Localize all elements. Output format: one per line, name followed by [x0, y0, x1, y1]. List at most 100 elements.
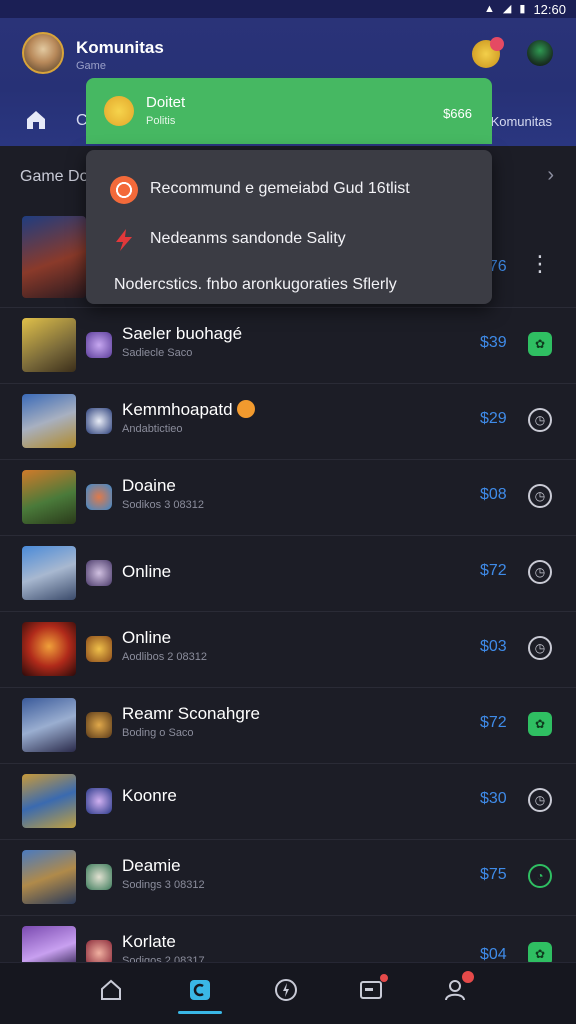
list-item[interactable]: Kemmhoapatd Andabtictieo $29 ◷ — [0, 384, 576, 460]
game-thumbnail — [22, 546, 76, 600]
row-subtitle: Sodings 3 08312 — [122, 879, 205, 891]
game-mini-icon — [86, 712, 112, 738]
app-subtitle: Game — [76, 60, 106, 72]
row-title: Koonre — [122, 786, 177, 805]
row-subtitle: Sadiecle Saco — [122, 347, 193, 359]
row-price: $72 — [480, 714, 507, 731]
row-title: Korlate — [122, 932, 176, 951]
list-item[interactable]: Doaine Sodikos 3 08312 $08 ◷ — [0, 460, 576, 536]
row-title: Doaine — [122, 476, 176, 495]
game-thumbnail — [22, 216, 86, 298]
menu-item-label: Recommund e gemeiabd Gud 16tlist — [150, 180, 410, 197]
nav-discover[interactable] — [273, 977, 299, 1003]
tab-right[interactable]: Komunitas — [491, 114, 552, 129]
clock-icon[interactable]: ◷ — [528, 560, 552, 584]
section-title: Game Dol — [20, 168, 93, 185]
row-price: $03 — [480, 638, 507, 655]
clock-icon[interactable]: ◷ — [528, 484, 552, 508]
list-item[interactable]: Deamie Sodings 3 08312 $75 ◔ — [0, 840, 576, 916]
game-thumbnail — [22, 698, 76, 752]
bottom-nav — [0, 962, 576, 1024]
active-tab-indicator — [178, 1011, 222, 1014]
row-price: $75 — [480, 866, 507, 883]
rewards-button[interactable] — [472, 37, 504, 68]
store-icon — [360, 981, 382, 999]
game-thumbnail — [22, 394, 76, 448]
nav-profile[interactable] — [442, 971, 474, 1003]
clock-icon[interactable]: ◷ — [528, 788, 552, 812]
lightning-icon — [110, 226, 138, 254]
status-bar: ▲ ◢ ▮ 12:60 — [0, 0, 576, 18]
more-icon[interactable]: ⋮ — [528, 251, 552, 276]
dropdown-header-subtitle: Politis — [146, 115, 176, 127]
game-thumbnail — [22, 318, 76, 372]
game-mini-icon — [86, 864, 112, 890]
profile-avatar[interactable] — [527, 40, 553, 66]
row-price: $08 — [480, 486, 507, 503]
list-item[interactable]: Saeler buohagé Sadiecle Saco $39 ✿ — [0, 308, 576, 384]
dropdown-menu: Recommund e gemeiabd Gud 16tlist Nedeanm… — [86, 150, 492, 304]
row-title: Kemmhoapatd — [122, 400, 256, 420]
game-mini-icon — [86, 788, 112, 814]
row-title: Deamie — [122, 856, 181, 875]
emoji-icon — [237, 400, 256, 418]
menu-item-recommend[interactable]: Recommund e gemeiabd Gud 16tlist — [86, 162, 492, 206]
game-mini-icon — [86, 484, 112, 510]
status-time: 12:60 — [533, 1, 566, 17]
dropdown-header-price: $666 — [443, 106, 472, 121]
list-item[interactable]: Online Aodlibos 2 08312 $03 ◷ — [0, 612, 576, 688]
row-price: $72 — [480, 562, 507, 579]
row-title: Reamr Sconahgre — [122, 704, 260, 723]
menu-item-label: Nodercstics. fnbo aronkugoraties Sflerly — [114, 276, 397, 293]
row-subtitle: Boding o Saco — [122, 727, 194, 739]
game-mini-icon — [86, 408, 112, 434]
game-icon — [190, 980, 210, 1000]
row-title: Saeler buohagé — [122, 324, 243, 343]
dropdown-header-title: Doitet — [146, 94, 186, 111]
home-icon — [101, 979, 121, 1000]
app-title: Komunitas — [76, 38, 164, 57]
compass-icon — [275, 979, 297, 1001]
signal-icon: ◢ — [502, 2, 512, 15]
row-price: $30 — [480, 790, 507, 807]
gift-icon[interactable]: ✿ — [528, 712, 552, 736]
menu-item-nedeanms[interactable]: Nedeanms sandonde Sality — [86, 212, 492, 256]
row-subtitle: Andabtictieo — [122, 423, 183, 435]
menu-item-label: Nedeanms sandonde Sality — [150, 230, 346, 247]
game-mini-icon — [86, 636, 112, 662]
emoji-icon — [104, 96, 134, 126]
row-title-text: Kemmhoapatd — [122, 400, 233, 419]
clock-icon[interactable]: ◷ — [528, 408, 552, 432]
nav-home[interactable] — [98, 977, 124, 1003]
game-thumbnail — [22, 926, 76, 966]
list-item[interactable]: Koonre $30 ◷ — [0, 764, 576, 840]
notification-dot — [490, 37, 504, 51]
row-title: Online — [122, 628, 172, 647]
battery-icon: ▮ — [519, 2, 526, 15]
target-icon — [110, 176, 138, 204]
clock-icon[interactable]: ◷ — [528, 636, 552, 660]
row-price: $39 — [480, 334, 507, 351]
chevron-right-icon[interactable]: › — [547, 164, 554, 187]
wifi-icon: ▲ — [484, 2, 495, 15]
game-thumbnail — [22, 470, 76, 524]
row-subtitle: Aodlibos 2 08312 — [122, 651, 208, 663]
list-item[interactable]: Reamr Sconahgre Boding o Saco $72 ✿ — [0, 688, 576, 764]
row-price: $29 — [480, 410, 507, 427]
chat-icon[interactable]: ◔ — [528, 864, 552, 888]
dropdown-header[interactable]: Doitet Politis $666 — [86, 78, 492, 144]
nav-games[interactable] — [187, 977, 213, 1003]
list-item[interactable]: Korlate Sodigos 2 08317 $04 ✿ — [0, 916, 576, 967]
user-avatar[interactable] — [22, 32, 64, 74]
menu-item-nodercstics[interactable]: Nodercstics. fnbo aronkugoraties Sflerly — [86, 258, 492, 302]
home-tab[interactable] — [24, 108, 48, 132]
row-subtitle: Sodikos 3 08312 — [122, 499, 204, 511]
notification-dot — [380, 974, 388, 982]
list-item[interactable]: Online $72 ◷ — [0, 536, 576, 612]
gift-icon[interactable]: ✿ — [528, 332, 552, 356]
game-thumbnail — [22, 774, 76, 828]
nav-store[interactable] — [358, 974, 388, 1003]
row-title: Online — [122, 562, 172, 581]
game-thumbnail — [22, 850, 76, 904]
game-mini-icon — [86, 560, 112, 586]
